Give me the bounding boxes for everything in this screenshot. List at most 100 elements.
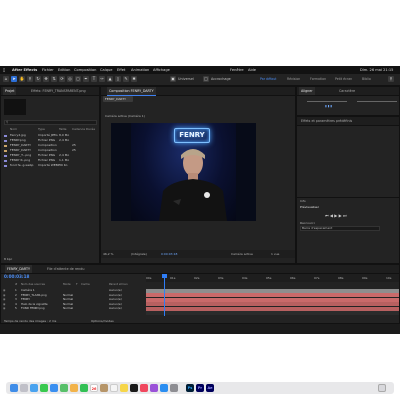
rectangle-tool-icon[interactable]: ▢ <box>75 76 81 82</box>
camera-dropdown[interactable]: Caméra active <box>231 252 253 256</box>
rotate-tool-icon[interactable]: ⟳ <box>59 76 65 82</box>
project-item[interactable]: fond fe..g.webp Importé WEBP 39 Ko <box>4 163 96 168</box>
menu-affichage[interactable]: Affichage <box>153 66 170 74</box>
menu-aide[interactable]: Aide <box>248 66 256 74</box>
column-type[interactable]: Type <box>38 127 45 132</box>
maps-icon[interactable] <box>60 384 68 392</box>
music-icon[interactable] <box>140 384 148 392</box>
tab-timeline[interactable]: FENRY_DARTY <box>5 265 33 273</box>
premiere-icon[interactable]: Pr <box>196 384 204 392</box>
mail-icon[interactable] <box>50 384 58 392</box>
layer-track[interactable] <box>146 302 399 306</box>
tv-icon[interactable] <box>130 384 138 392</box>
snap-checkbox-icon[interactable]: □ <box>203 76 209 82</box>
bit-depth-label[interactable]: 8 bpc <box>4 257 12 261</box>
composition-viewer[interactable]: FENRY <box>111 123 256 221</box>
hand-tool-icon[interactable]: ✋ <box>19 76 25 82</box>
prev-frame-icon[interactable]: ◀ <box>330 213 333 218</box>
after-effects-icon[interactable]: Ae <box>206 384 214 392</box>
app-store-icon[interactable] <box>160 384 168 392</box>
time-ruler[interactable]: 00s 01s 02s 03s 04s 05s 06s 07s 08s 09s … <box>146 274 399 282</box>
pan-camera-icon[interactable]: ✥ <box>43 76 49 82</box>
playhead-handle[interactable] <box>162 274 167 278</box>
tab-info[interactable]: Info <box>300 199 306 203</box>
layer-track[interactable] <box>146 288 399 293</box>
search-icon[interactable]: ⚲ <box>388 76 394 82</box>
safari-icon[interactable] <box>30 384 38 392</box>
apple-icon[interactable]:  <box>3 66 5 74</box>
anchor-tool-icon[interactable]: ◎ <box>67 76 73 82</box>
project-search-input[interactable]: ⚲ <box>4 120 97 125</box>
layer-parent[interactable]: Aucun(e) <box>109 306 122 311</box>
app-name-menu[interactable]: After Effects <box>12 66 37 74</box>
notes-icon[interactable] <box>120 384 128 392</box>
last-frame-icon[interactable]: ⏭ <box>343 213 347 218</box>
workspace-review[interactable]: Révision <box>287 74 300 85</box>
comp-name-tab[interactable]: FENRY_DARTY <box>103 96 133 102</box>
pen-tool-icon[interactable]: ✒ <box>83 76 89 82</box>
finder-icon[interactable] <box>10 384 18 392</box>
universal-checkbox-icon[interactable]: ▣ <box>170 76 176 82</box>
align-slider[interactable] <box>307 101 347 102</box>
layer-track[interactable] <box>146 293 399 297</box>
zoom-tool-icon[interactable]: ⚲ <box>27 76 33 82</box>
visibility-icon[interactable]: ◉ <box>3 306 5 311</box>
play-icon[interactable]: ▶ <box>334 213 337 218</box>
menu-edition[interactable]: Edition <box>58 66 70 74</box>
tab-effect-controls[interactable]: Effets: FENRY_TRANSPARENT.png <box>29 87 88 95</box>
stamp-tool-icon[interactable]: ▲ <box>107 76 113 82</box>
align-icons[interactable]: ▮ ▮ ▮ <box>325 104 332 108</box>
workspace-default[interactable]: Par défaut <box>260 74 276 85</box>
layer-mode[interactable]: Normal <box>63 306 73 311</box>
tab-render-queue[interactable]: File d'attente de rendu <box>45 265 86 273</box>
column-name[interactable]: Nom <box>10 127 17 132</box>
workspace-learn[interactable]: Formation <box>310 74 326 85</box>
tab-align[interactable]: Aligner <box>299 87 315 95</box>
next-frame-icon[interactable]: ▶ <box>339 213 342 218</box>
text-tool-icon[interactable]: T <box>91 76 97 82</box>
layer-track[interactable] <box>146 306 399 311</box>
column-fps[interactable]: Cadence <box>72 127 85 132</box>
calendar-icon[interactable]: 26 <box>90 384 98 392</box>
home-icon[interactable]: ⌂ <box>3 76 9 82</box>
zoom-dropdown[interactable]: 46,2 % <box>103 252 113 256</box>
puppet-tool-icon[interactable]: ✱ <box>131 76 137 82</box>
reminders-icon[interactable] <box>110 384 118 392</box>
menu-animation[interactable]: Animation <box>131 66 149 74</box>
toggle-switches-modes[interactable]: Options/modes <box>91 319 114 323</box>
workspace-small-screen[interactable]: Petit écran <box>335 74 352 85</box>
facetime-icon[interactable] <box>80 384 88 392</box>
photos-icon[interactable] <box>70 384 78 392</box>
resolution-dropdown[interactable]: (Intégrale) <box>131 252 147 256</box>
workspace-library[interactable]: Biblio <box>362 74 371 85</box>
contacts-icon[interactable] <box>100 384 108 392</box>
tab-character[interactable]: Caractère <box>337 87 357 95</box>
menu-effet[interactable]: Effet <box>117 66 125 74</box>
roto-tool-icon[interactable]: ✎ <box>123 76 129 82</box>
layer-row[interactable]: ◉ 5 FOND FENRY.png Normal Aucun(e) <box>1 306 146 311</box>
views-dropdown[interactable]: 1 vue <box>271 252 279 256</box>
photoshop-icon[interactable]: Ps <box>186 384 194 392</box>
brush-tool-icon[interactable]: ✑ <box>99 76 105 82</box>
menu-composition[interactable]: Composition <box>74 66 96 74</box>
tab-effects[interactable]: Effets et paramètres prédéfinis <box>299 117 354 125</box>
settings-icon[interactable] <box>170 384 178 392</box>
menu-calque[interactable]: Calque <box>100 66 112 74</box>
viewer-timecode[interactable]: 0:00:03:18 <box>161 252 177 256</box>
eraser-tool-icon[interactable]: ▯ <box>115 76 121 82</box>
dolly-camera-icon[interactable]: ⇅ <box>51 76 57 82</box>
layer-track[interactable] <box>146 297 399 302</box>
distribute-slider[interactable] <box>357 101 397 102</box>
shortcut-dropdown[interactable]: Barre d'espacement <box>300 226 380 231</box>
timeline-timecode[interactable]: 0:00:03:18 <box>4 274 29 279</box>
menu-fichier[interactable]: Fichier <box>42 66 54 74</box>
column-size[interactable]: Taille <box>59 127 67 132</box>
trash-icon[interactable] <box>378 384 386 392</box>
launchpad-icon[interactable] <box>20 384 28 392</box>
tab-project[interactable]: Projet <box>3 87 17 95</box>
messages-icon[interactable] <box>40 384 48 392</box>
orbit-camera-icon[interactable]: ↻ <box>35 76 41 82</box>
selection-tool-icon[interactable]: ➤ <box>11 76 17 82</box>
podcasts-icon[interactable] <box>150 384 158 392</box>
column-duration[interactable]: Durée <box>86 127 95 132</box>
